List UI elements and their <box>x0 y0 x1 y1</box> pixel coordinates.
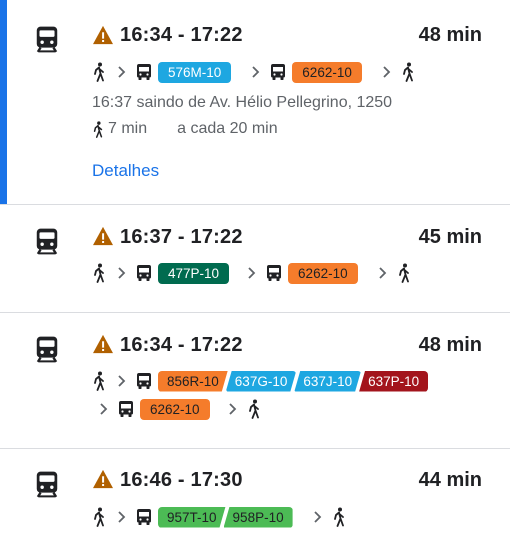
bus-icon <box>136 508 152 526</box>
walk-icon <box>247 399 261 419</box>
chevron-right-icon <box>247 64 263 80</box>
walk-icon <box>92 507 106 527</box>
line-badge: 957T-10 <box>158 507 226 528</box>
chevron-right-icon <box>113 64 129 80</box>
line-badge: 6262-10 <box>140 398 210 420</box>
bus-icon <box>136 264 152 282</box>
walk-icon <box>92 263 106 283</box>
train-icon <box>34 335 60 363</box>
walk-info: 7 min a cada 20 min <box>92 120 278 138</box>
bus-icon <box>118 400 134 418</box>
line-badge: 958P-10 <box>223 506 293 528</box>
route-times: 16:34 - 17:22 <box>120 334 243 356</box>
frequency: a cada 20 min <box>177 120 278 137</box>
line-badge: 856R-10 <box>158 371 228 392</box>
departure-info: 16:37 saindo de Av. Hélio Pellegrino, 12… <box>92 94 393 111</box>
route-legs-continued: 6262-10 <box>95 397 261 421</box>
warning-icon <box>92 334 114 354</box>
route-option-2[interactable]: 16:37 - 17:22 45 min 477P-10 6262-10 <box>0 205 510 313</box>
chevron-right-icon <box>113 373 129 389</box>
route-duration: 45 min <box>418 226 482 248</box>
chevron-right-icon <box>378 64 394 80</box>
line-badge: 6262-10 <box>288 262 358 284</box>
route-legs: 957T-10 958P-10 <box>92 505 346 529</box>
route-legs: 576M-10 6262-10 <box>92 60 415 84</box>
warning-icon <box>92 226 114 246</box>
route-legs: 477P-10 6262-10 <box>92 261 411 285</box>
train-icon <box>34 25 60 53</box>
bus-icon <box>136 372 152 390</box>
line-badge: 477P-10 <box>158 262 230 284</box>
chevron-right-icon <box>95 401 111 417</box>
chevron-right-icon <box>374 265 390 281</box>
route-times: 16:46 - 17:30 <box>120 469 243 491</box>
walk-icon <box>92 371 106 391</box>
train-icon <box>34 470 60 498</box>
route-option-3[interactable]: 16:34 - 17:22 48 min 856R-10 637G-10 637… <box>0 313 510 449</box>
route-duration: 48 min <box>418 24 482 46</box>
warning-icon <box>92 25 114 45</box>
bus-icon <box>266 264 282 282</box>
walk-time: 7 min <box>108 120 148 137</box>
line-badge: 576M-10 <box>158 61 232 83</box>
route-duration: 44 min <box>418 469 482 491</box>
chevron-right-icon <box>224 401 240 417</box>
line-badge: 637J-10 <box>294 371 361 392</box>
route-times: 16:34 - 17:22 <box>120 24 243 46</box>
route-legs: 856R-10 637G-10 637J-10 637P-10 <box>92 369 429 393</box>
chevron-right-icon <box>309 509 325 525</box>
line-badge: 6262-10 <box>292 61 362 83</box>
route-duration: 48 min <box>418 334 482 356</box>
selection-indicator <box>0 0 7 204</box>
chevron-right-icon <box>113 265 129 281</box>
walk-icon <box>332 507 346 527</box>
route-option-4[interactable]: 16:46 - 17:30 44 min 957T-10 958P-10 <box>0 449 510 553</box>
bus-icon <box>136 63 152 81</box>
train-icon <box>34 227 60 255</box>
chevron-right-icon <box>243 265 259 281</box>
route-times: 16:37 - 17:22 <box>120 226 243 248</box>
line-badge: 637G-10 <box>226 371 297 392</box>
walk-icon <box>397 263 411 283</box>
chevron-right-icon <box>113 509 129 525</box>
warning-icon <box>92 469 114 489</box>
route-option-1[interactable]: 16:34 - 17:22 48 min 576M-10 6262-10 16:… <box>0 0 510 205</box>
details-link[interactable]: Detalhes <box>92 161 159 181</box>
walk-icon <box>401 62 415 82</box>
walk-icon <box>92 62 106 82</box>
line-badge: 637P-10 <box>359 370 429 392</box>
bus-icon <box>270 63 286 81</box>
walk-icon <box>92 121 104 138</box>
